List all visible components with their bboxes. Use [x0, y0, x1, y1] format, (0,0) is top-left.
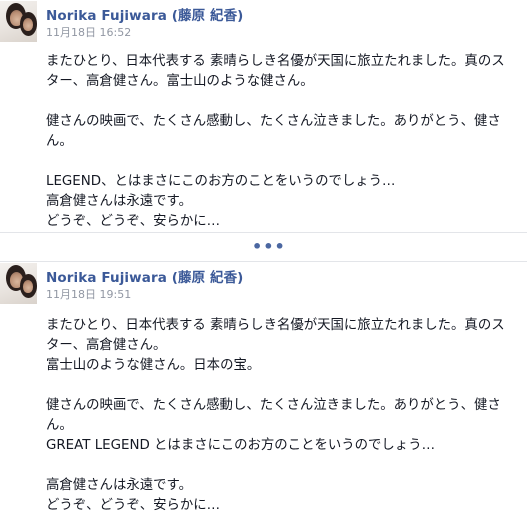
post-text-line: 高倉健さんは永遠です。: [46, 194, 192, 209]
ellipsis-icon[interactable]: •••: [252, 236, 285, 258]
post-text-line: どうぞ、どうぞ、安らかに…: [46, 498, 221, 513]
post-2: Norika Fujiwara (藤原 紀香) 11月18日 19:51 またひ…: [0, 262, 527, 513]
post-1: Norika Fujiwara (藤原 紀香) 11月18日 16:52 またひ…: [0, 0, 527, 232]
post-text-line: 高倉健さんは永遠です。: [46, 478, 192, 493]
post-text-line: またひとり、日本代表する 素晴らしき名優が天国に旅立たれました。真のス: [46, 318, 505, 333]
post-text-line: 富士山のような健さん。日本の宝。: [46, 358, 261, 373]
post-text-line: 健さんの映画で、たくさん感動し、たくさん泣きました。ありがとう、健さ: [46, 114, 501, 129]
author-name-link[interactable]: Norika Fujiwara (藤原 紀香): [46, 266, 243, 286]
post-text-line: ん。: [46, 418, 73, 433]
avatar[interactable]: [0, 1, 37, 42]
post-text-line: またひとり、日本代表する 素晴らしき名優が天国に旅立たれました。真のス: [46, 54, 505, 69]
post-body: またひとり、日本代表する 素晴らしき名優が天国に旅立たれました。真のス ター、高…: [46, 52, 524, 232]
post-text-line: LEGEND、とはまさにこのお方のことをいうのでしょう…: [46, 174, 396, 189]
post-timestamp[interactable]: 11月18日 19:51: [46, 286, 131, 302]
author-name-link[interactable]: Norika Fujiwara (藤原 紀香): [46, 4, 243, 24]
post-text-line: GREAT LEGEND とはまさにこのお方のことをいうのでしょう…: [46, 438, 435, 453]
post-text-line: ター、高倉健さん。富士山のような健さん。: [46, 74, 314, 89]
post-text-line: 健さんの映画で、たくさん感動し、たくさん泣きました。ありがとう、健さ: [46, 398, 501, 413]
avatar[interactable]: [0, 263, 37, 304]
post-separator: •••: [0, 232, 527, 262]
post-text-line: ん。: [46, 134, 73, 149]
post-body: またひとり、日本代表する 素晴らしき名優が天国に旅立たれました。真のス ター、高…: [46, 316, 524, 516]
post-text-line: どうぞ、どうぞ、安らかに…: [46, 214, 221, 229]
post-timestamp[interactable]: 11月18日 16:52: [46, 24, 131, 40]
post-text-line: ター、高倉健さん。: [46, 338, 167, 353]
